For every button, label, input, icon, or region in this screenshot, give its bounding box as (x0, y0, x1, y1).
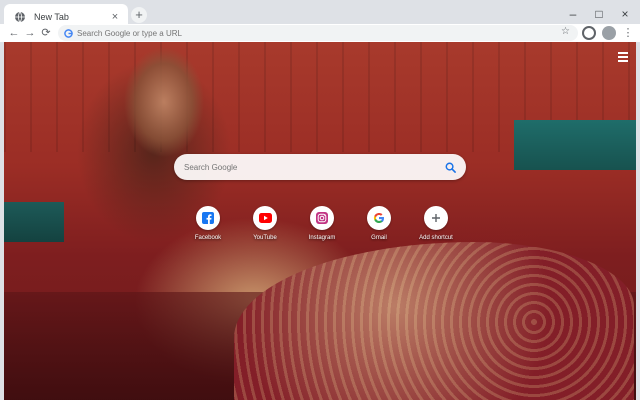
plus-icon (432, 214, 440, 222)
shortcut-gmail[interactable]: Gmail (355, 206, 403, 241)
shortcut-add[interactable]: Add shortcut (412, 206, 460, 241)
shortcut-youtube[interactable]: YouTube (241, 206, 289, 241)
background-teal-panel-left (4, 202, 64, 242)
shortcut-label: Add shortcut (419, 235, 453, 241)
background-teal-panel (514, 120, 636, 170)
omnibox-input[interactable] (77, 28, 578, 38)
instagram-icon (316, 212, 328, 224)
extension-icon[interactable] (582, 26, 596, 40)
shortcut-facebook[interactable]: Facebook (184, 206, 232, 241)
facebook-icon (202, 212, 214, 224)
shortcut-label: YouTube (253, 235, 277, 241)
omnibox[interactable]: ☆ (58, 25, 578, 41)
chrome-menu-icon[interactable]: ⋮ (620, 24, 636, 42)
shortcut-tiles: Facebook YouTube Instagram Gmail Add sho… (184, 206, 464, 250)
forward-button[interactable]: → (22, 24, 38, 42)
google-g-icon (64, 28, 73, 38)
window-close-button[interactable]: × (612, 4, 638, 24)
maximize-button[interactable]: □ (586, 4, 612, 24)
back-button[interactable]: ← (6, 24, 22, 42)
background-embroidered-skirt (234, 242, 634, 400)
globe-icon (15, 11, 25, 23)
search-icon[interactable] (445, 162, 456, 173)
tab-close-icon[interactable]: × (108, 10, 122, 24)
new-tab-button[interactable]: + (131, 7, 147, 23)
shortcut-instagram[interactable]: Instagram (298, 206, 346, 241)
new-tab-page: Facebook YouTube Instagram (4, 42, 636, 400)
search-input[interactable] (184, 162, 445, 172)
youtube-icon (258, 213, 272, 223)
browser-toolbar: ← → ⟳ ☆ ⋮ (0, 24, 640, 42)
google-icon (373, 213, 384, 223)
reload-button[interactable]: ⟳ (38, 24, 54, 42)
search-box[interactable] (174, 154, 466, 180)
shortcut-label: Instagram (308, 235, 336, 241)
shortcut-label: Gmail (371, 235, 387, 241)
bookmark-star-icon[interactable]: ☆ (561, 26, 570, 37)
profile-avatar[interactable] (602, 26, 616, 40)
minimize-button[interactable]: – (560, 4, 586, 24)
hamburger-icon[interactable] (618, 52, 628, 62)
shortcut-label: Facebook (194, 235, 222, 241)
tab-title: New Tab (34, 12, 69, 22)
